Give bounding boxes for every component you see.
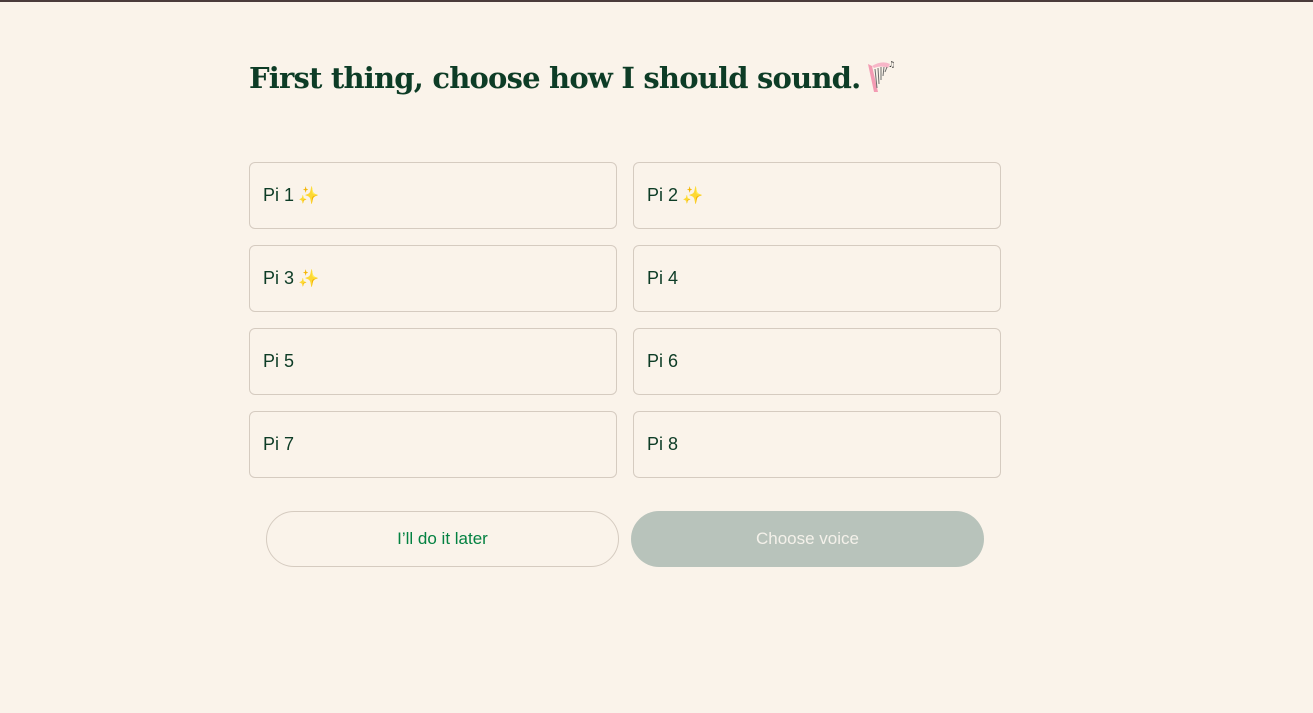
sparkle-icon: ✨	[682, 185, 704, 205]
sparkle-icon: ✨	[298, 268, 320, 288]
voice-option-label: Pi 8	[647, 434, 679, 454]
page-title-text: First thing, choose how I should sound.	[249, 61, 861, 95]
voice-option-pi-2[interactable]: Pi 2 ✨	[633, 162, 1001, 229]
action-buttons: I’ll do it later Choose voice	[266, 511, 984, 567]
voice-option-label: Pi 6	[647, 351, 679, 371]
voice-options-grid: Pi 1 ✨ Pi 2 ✨ Pi 3 ✨ Pi 4 Pi 5 Pi 6 Pi 7 Pi…	[249, 162, 1001, 478]
voice-option-pi-8[interactable]: Pi 8	[633, 411, 1001, 478]
sparkle-icon: ✨	[298, 185, 320, 205]
svg-text:♫: ♫	[888, 60, 894, 69]
do-it-later-button[interactable]: I’ll do it later	[266, 511, 619, 567]
voice-option-label: Pi 4	[647, 268, 679, 288]
page-title: First thing, choose how I should sound. …	[249, 56, 896, 106]
voice-option-pi-5[interactable]: Pi 5	[249, 328, 617, 395]
voice-option-label: Pi 7	[263, 434, 295, 454]
voice-option-label: Pi 1	[263, 185, 295, 205]
voice-option-pi-7[interactable]: Pi 7	[249, 411, 617, 478]
voice-option-label: Pi 3	[263, 268, 295, 288]
voice-option-pi-4[interactable]: Pi 4	[633, 245, 1001, 312]
voice-option-label: Pi 5	[263, 351, 295, 371]
voice-option-label: Pi 2	[647, 185, 679, 205]
voice-option-pi-6[interactable]: Pi 6	[633, 328, 1001, 395]
top-border	[0, 0, 1313, 2]
choose-voice-button[interactable]: Choose voice	[631, 511, 984, 567]
voice-option-pi-1[interactable]: Pi 1 ✨	[249, 162, 617, 229]
voice-option-pi-3[interactable]: Pi 3 ✨	[249, 245, 617, 312]
harp-icon: ♫	[864, 58, 896, 106]
